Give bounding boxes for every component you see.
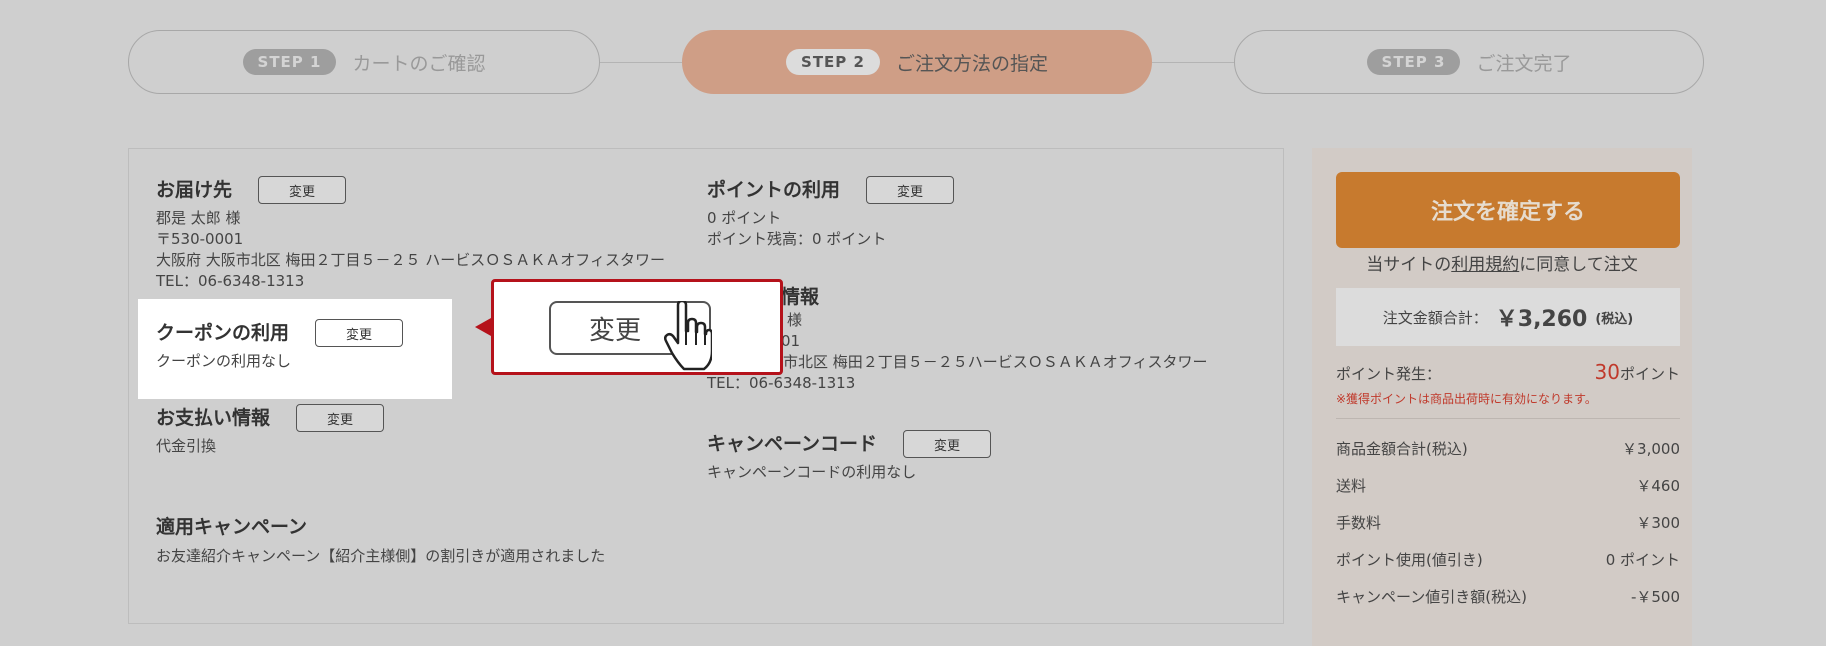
payment-section: お支払い情報 変更 代金引換 (156, 404, 385, 457)
delivery-change-button[interactable]: 変更 (258, 176, 347, 204)
points-earned-value: 30ポイント (1595, 360, 1680, 384)
points-earned-row: ポイント発生： 30ポイント (1336, 360, 1680, 384)
points-note: ※獲得ポイントは商品出荷時に有効になります。 (1336, 392, 1597, 406)
step-1: STEP 1 カートのご確認 (128, 30, 600, 94)
summary-divider (1336, 418, 1680, 419)
step-connector (1152, 62, 1234, 63)
campaign-applied-value: お友達紹介キャンペーン【紹介主様側】の割引きが適用されました (156, 547, 606, 565)
points-earned-unit: ポイント (1619, 365, 1680, 383)
points-earned-label: ポイント発生： (1336, 365, 1442, 383)
price-label: 手数料 (1336, 514, 1382, 532)
coupon-highlight: クーポンの利用 変更 クーポンの利用なし (138, 299, 452, 399)
step-label: ご注文完了 (1476, 52, 1572, 75)
step-badge: STEP 1 (242, 49, 337, 75)
price-value: ￥460 (1636, 477, 1680, 495)
price-value: ￥300 (1636, 514, 1680, 532)
step-3: STEP 3 ご注文完了 (1234, 30, 1704, 94)
coupon-change-button[interactable]: 変更 (315, 319, 404, 347)
points-value: 0 ポイント (707, 209, 782, 227)
payment-value: 代金引換 (156, 437, 217, 455)
pointer-hand-icon (664, 301, 712, 371)
price-value: -￥500 (1630, 588, 1680, 606)
step-2: STEP 2 ご注文方法の指定 (682, 30, 1152, 94)
total-value: ￥3,260 (1495, 307, 1588, 332)
points-balance: ポイント残高：0 ポイント (707, 230, 887, 248)
delivery-title: お届け先 (156, 179, 233, 201)
campaign-code-title: キャンペーンコード (707, 433, 878, 455)
campaign-code-change-button[interactable]: 変更 (903, 430, 992, 458)
campaign-applied-title: 適用キャンペーン (156, 516, 308, 538)
total-label: 注文金額合計： (1382, 308, 1488, 327)
step-label: ご注文方法の指定 (895, 52, 1048, 75)
callout-arrow (475, 318, 491, 336)
step-indicator: STEP 1 カートのご確認 STEP 2 ご注文方法の指定 STEP 3 ご注… (0, 0, 1826, 120)
step-badge: STEP 2 (786, 49, 880, 75)
points-title: ポイントの利用 (707, 179, 841, 201)
price-value: 0 ポイント (1605, 551, 1680, 569)
step-badge: STEP 3 (1366, 49, 1461, 75)
delivery-address: 大阪府 大阪市北区 梅田２丁目５－２５ ハービスＯＳＡＫＡオフィスタワー (156, 251, 666, 269)
price-label: 送料 (1336, 477, 1367, 495)
campaign-code-section: キャンペーンコード 変更 キャンペーンコードの利用なし (707, 430, 992, 483)
price-label: 商品金額合計(税込) (1336, 440, 1468, 458)
terms-prefix: 当サイトの (1366, 255, 1452, 275)
points-change-button[interactable]: 変更 (866, 176, 955, 204)
points-earned-number: 30 (1594, 360, 1620, 384)
price-row-points-used: ポイント使用(値引き) 0 ポイント (1336, 549, 1680, 570)
payment-title: お支払い情報 (156, 407, 271, 429)
payment-change-button[interactable]: 変更 (296, 404, 385, 432)
step-connector (600, 62, 682, 63)
price-label: ポイント使用(値引き) (1336, 551, 1483, 569)
orderer-tel: TEL：06-6348-1313 (707, 374, 856, 392)
campaign-applied-section: 適用キャンペーン お友達紹介キャンペーン【紹介主様側】の割引きが適用されました (156, 514, 605, 567)
callout-tooltip: 変更 (491, 279, 783, 375)
step-label: カートのご確認 (352, 52, 486, 75)
price-value: ￥3,000 (1622, 440, 1680, 458)
total-tax: (税込) (1595, 311, 1634, 327)
confirm-order-button[interactable]: 注文を確定する (1336, 172, 1680, 248)
price-row-shipping: 送料 ￥460 (1336, 475, 1680, 496)
delivery-zip: 〒530-0001 (156, 230, 244, 248)
terms-link[interactable]: 利用規約 (1451, 255, 1519, 275)
price-row-subtotal: 商品金額合計(税込) ￥3,000 (1336, 438, 1680, 459)
coupon-value: クーポンの利用なし (156, 352, 292, 370)
order-total-box: 注文金額合計： ￥3,260 (税込) (1336, 288, 1680, 346)
order-summary-sidebar: 注文を確定する 当サイトの利用規約に同意して注文 注文金額合計： ￥3,260 … (1312, 148, 1692, 646)
campaign-code-value: キャンペーンコードの利用なし (707, 463, 917, 481)
price-row-campaign-discount: キャンペーン値引き額(税込) -￥500 (1336, 586, 1680, 607)
terms-agreement: 当サイトの利用規約に同意して注文 (1312, 248, 1692, 282)
price-row-fee: 手数料 ￥300 (1336, 512, 1680, 533)
coupon-section: クーポンの利用 変更 クーポンの利用なし (156, 319, 404, 372)
price-label: キャンペーン値引き額(税込) (1336, 588, 1527, 606)
delivery-section: お届け先 変更 郡是 太郎 様 〒530-0001 大阪府 大阪市北区 梅田２丁… (156, 176, 665, 292)
terms-suffix: に同意して注文 (1519, 255, 1638, 275)
delivery-name: 郡是 太郎 様 (156, 209, 241, 227)
points-section: ポイントの利用 変更 0 ポイント ポイント残高：0 ポイント (707, 176, 955, 250)
coupon-title: クーポンの利用 (156, 322, 290, 344)
